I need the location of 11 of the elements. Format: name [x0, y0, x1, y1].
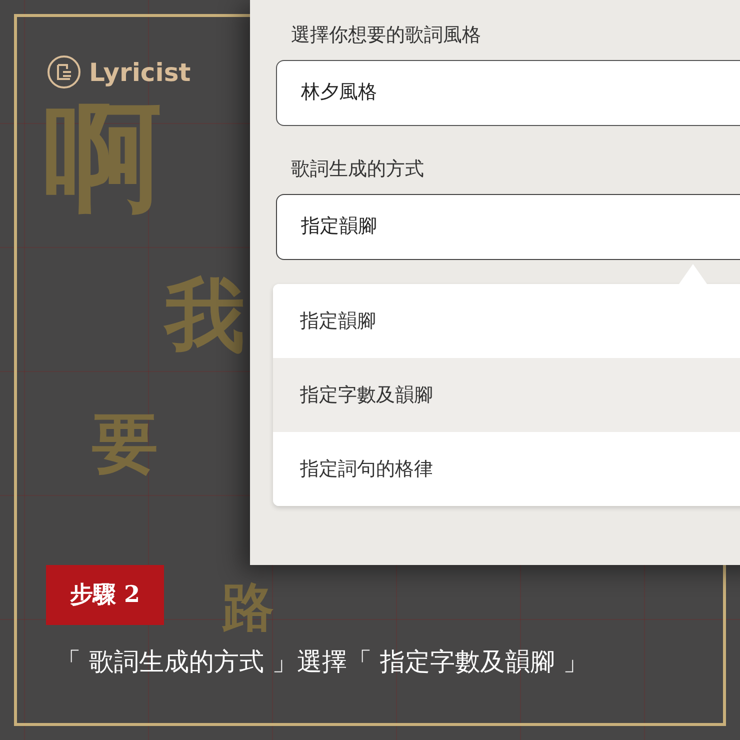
step-badge: 步驟 2: [46, 565, 164, 625]
field-label: 歌詞生成的方式: [291, 157, 425, 182]
select-field[interactable]: 指定韻腳: [276, 194, 740, 260]
select-field[interactable]: 林夕風格: [276, 60, 740, 126]
menu-item[interactable]: 指定字數及韻腳: [273, 358, 740, 432]
logo-icon: [47, 55, 81, 89]
field-label: 選擇你想要的歌詞風格: [291, 23, 482, 48]
step-caption: 「 歌詞生成的方式 」選擇「 指定字數及韻腳 」: [56, 646, 589, 678]
brand-name: Lyricist: [89, 58, 191, 86]
menu-item[interactable]: 指定詞句的格律: [273, 432, 740, 506]
menu-item[interactable]: 指定韻腳: [273, 284, 740, 358]
